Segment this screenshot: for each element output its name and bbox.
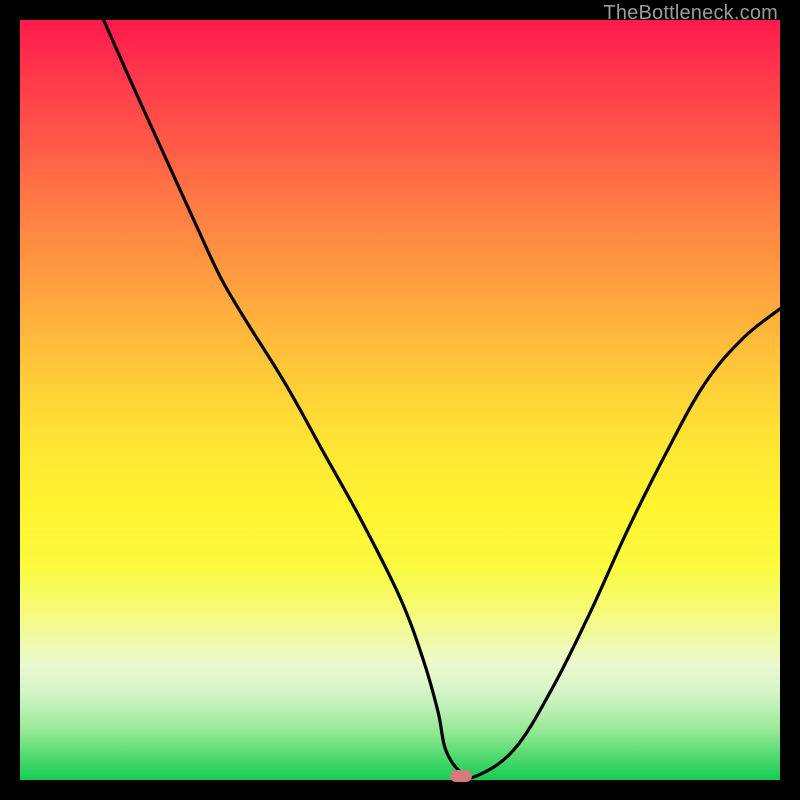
optimum-marker (450, 770, 472, 782)
chart-frame: TheBottleneck.com (0, 0, 800, 800)
bottleneck-curve (20, 20, 780, 780)
plot-area (20, 20, 780, 780)
